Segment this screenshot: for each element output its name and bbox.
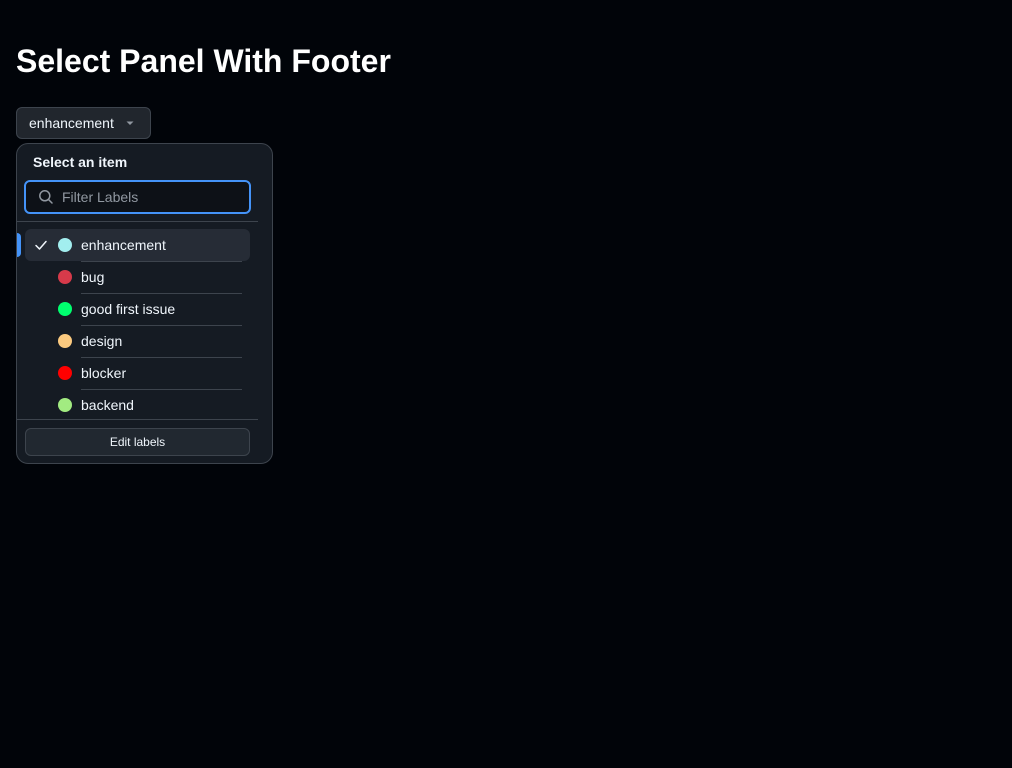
active-indicator xyxy=(17,233,21,257)
label-color-dot xyxy=(58,270,72,284)
panel-title: Select an item xyxy=(33,154,128,170)
filter-input[interactable] xyxy=(62,189,232,205)
label-color-dot xyxy=(58,334,72,348)
label-color-dot xyxy=(58,398,72,412)
check-icon xyxy=(35,240,47,250)
edit-labels-button[interactable]: Edit labels xyxy=(25,428,250,456)
label-color-dot xyxy=(58,238,72,252)
label-select-button-text: enhancement xyxy=(29,115,114,131)
page-title: Select Panel With Footer xyxy=(16,43,391,79)
list-item-label: enhancement xyxy=(81,237,166,253)
list-item[interactable]: design xyxy=(17,325,258,358)
header-divider xyxy=(17,221,258,222)
list-item-label: blocker xyxy=(81,365,127,381)
list-item[interactable]: enhancement xyxy=(17,229,258,262)
list-item-label: bug xyxy=(81,269,105,285)
footer-divider xyxy=(17,419,258,420)
label-color-dot xyxy=(58,366,72,380)
filter-field[interactable] xyxy=(24,180,251,214)
list-item-label: backend xyxy=(81,397,134,413)
select-panel: Select an item enhancement bug xyxy=(16,143,273,464)
list-item[interactable]: good first issue xyxy=(17,293,258,326)
list-item-label: design xyxy=(81,333,123,349)
list-item-label: good first issue xyxy=(81,301,176,317)
label-list: enhancement bug good first issue design … xyxy=(17,229,258,421)
label-select-button[interactable]: enhancement xyxy=(16,107,151,139)
triangle-down-icon xyxy=(122,115,138,131)
list-item[interactable]: blocker xyxy=(17,357,258,390)
list-item[interactable]: bug xyxy=(17,261,258,294)
list-item[interactable]: backend xyxy=(17,389,258,421)
label-color-dot xyxy=(58,302,72,316)
search-icon xyxy=(39,190,53,204)
